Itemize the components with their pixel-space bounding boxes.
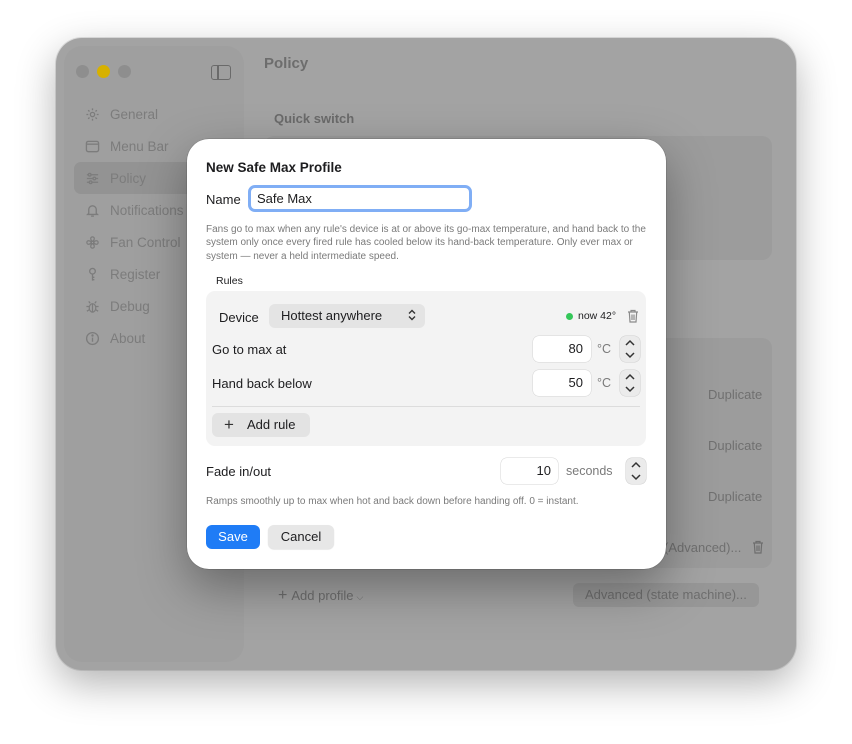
close-window-button[interactable] [76, 65, 89, 78]
sidebar-item-label: About [110, 330, 146, 346]
hand-back-label: Hand back below [212, 376, 312, 391]
hand-back-stepper[interactable] [620, 370, 640, 396]
device-select[interactable]: Hottest anywhere [269, 304, 425, 328]
duplicate-button[interactable]: Duplicate [708, 438, 762, 453]
go-max-label: Go to max at [212, 342, 287, 357]
device-label: Device [219, 310, 259, 325]
sidebar-item-label: Policy [110, 170, 147, 186]
fade-label: Fade in/out [206, 464, 272, 479]
fade-stepper[interactable] [626, 458, 646, 484]
zoom-window-button[interactable] [118, 65, 131, 78]
go-max-field[interactable]: 80 [533, 336, 591, 362]
duplicate-button[interactable]: Duplicate [708, 387, 762, 402]
description-text: Fans go to max when any rule's device is… [206, 224, 646, 262]
chevron-down-icon: ⌵ [356, 592, 364, 602]
add-rule-label: Add rule [247, 417, 296, 432]
sliders-icon [84, 170, 100, 186]
bug-icon [84, 298, 100, 314]
sidebar-item-label: Menu Bar [110, 138, 169, 154]
rules-label: Rules [216, 275, 243, 287]
device-select-value: Hottest anywhere [281, 308, 383, 323]
minimize-window-button[interactable] [97, 65, 110, 78]
add-profile-button[interactable]: + Add profile ⌵ [278, 587, 363, 605]
hint-text: Ramps smoothly up to max when hot and ba… [206, 496, 579, 507]
bell-icon [84, 202, 100, 218]
go-max-stepper[interactable] [620, 336, 640, 362]
advanced-profile-label: (Advanced)... [664, 540, 742, 555]
sidebar-item-label: Register [110, 266, 161, 282]
page-title: Policy [264, 55, 309, 72]
hand-back-field[interactable]: 50 [533, 370, 591, 396]
add-rule-button[interactable]: + Add rule [212, 413, 310, 437]
sidebar-item-general[interactable]: General [74, 98, 236, 130]
cancel-button[interactable]: Cancel [268, 525, 334, 549]
info-icon [84, 330, 100, 346]
updown-chevron-icon [408, 304, 416, 328]
new-profile-dialog: New Safe Max Profile Name Fans go to max… [187, 139, 666, 569]
sidebar-item-label: General [110, 106, 159, 122]
advanced-state-machine-button[interactable]: Advanced (state machine)... [573, 583, 759, 607]
trash-icon[interactable] [752, 540, 764, 554]
gear-icon [84, 106, 100, 122]
key-icon [84, 266, 100, 282]
sidebar-item-label: Debug [110, 298, 150, 314]
section-label: Quick switch [274, 111, 355, 126]
name-field[interactable] [248, 185, 472, 212]
fan-icon [84, 234, 100, 250]
sidebar-item-label: Notifications [110, 202, 184, 218]
plus-icon: + [278, 587, 288, 604]
divider [212, 406, 640, 407]
rules-box: Device Hottest anywhere now 42° Go to ma… [206, 291, 646, 446]
unit-label: °C [597, 376, 612, 390]
name-label: Name [206, 192, 241, 207]
dialog-title: New Safe Max Profile [206, 160, 342, 175]
add-profile-label: Add profile [291, 588, 354, 603]
unit-label: °C [597, 342, 612, 356]
menubar-icon [84, 138, 100, 154]
plus-icon: + [224, 415, 234, 434]
fade-field[interactable]: 10 [501, 458, 558, 484]
save-button[interactable]: Save [206, 525, 260, 549]
current-temperature: now 42° [578, 310, 617, 322]
duplicate-button[interactable]: Duplicate [708, 489, 762, 504]
sidebar-toggle-icon[interactable] [211, 65, 231, 80]
fade-unit-label: seconds [566, 464, 613, 478]
status-dot-icon [566, 313, 573, 320]
trash-icon[interactable] [627, 309, 639, 323]
sidebar-item-label: Fan Control [110, 234, 181, 250]
